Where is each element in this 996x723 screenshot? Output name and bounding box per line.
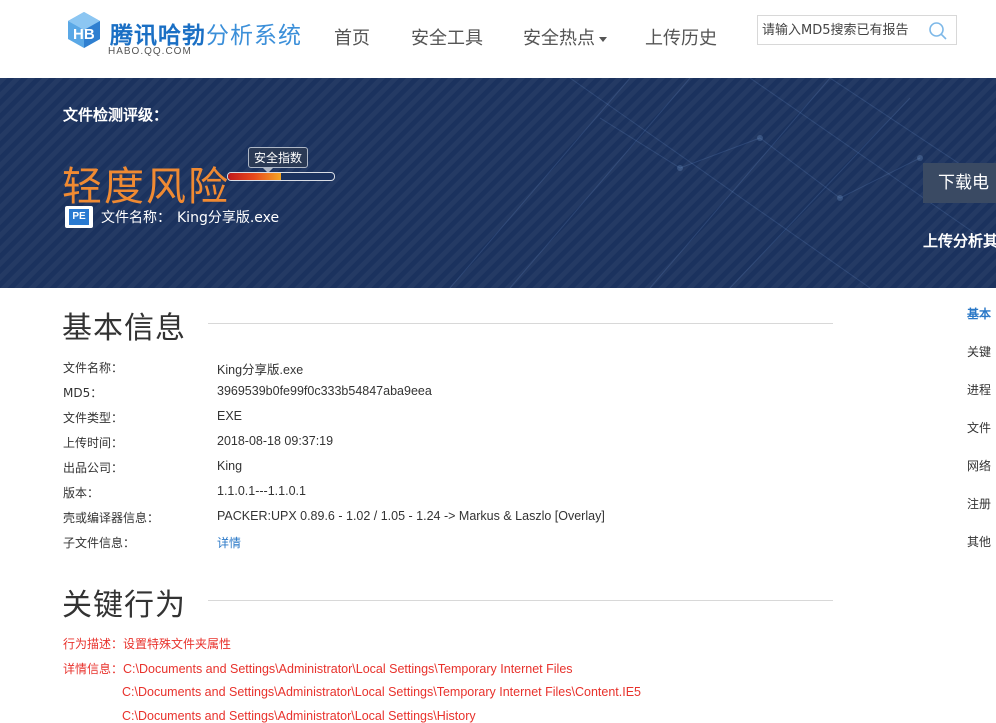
info-key: 子文件信息： (63, 536, 136, 550)
sidenav-network[interactable]: 网络 (967, 457, 991, 474)
info-key: 上传时间： (63, 436, 124, 450)
info-key: 文件类型： (63, 411, 124, 425)
banner-file-name: PE 文件名称： King分享版.exe (65, 206, 279, 228)
brand-title: 腾讯哈勃分析系统 (110, 16, 302, 50)
search-box (757, 15, 957, 45)
subfile-details-link[interactable]: 详情 (217, 534, 241, 551)
report-banner: 文件检测评级： 轻度风险 安全指数 PE 文件名称： King分享版.exe 下载电… (0, 78, 996, 288)
risk-level-text: 轻度风险 (62, 164, 230, 210)
behavior-detail-row: C:\Documents and Settings\Administrator\… (122, 709, 476, 723)
search-input[interactable] (762, 20, 922, 40)
sidenav-other[interactable]: 其他 (967, 533, 991, 550)
upload-analyze-link[interactable]: 上传分析其 (923, 230, 996, 251)
behavior-detail-row: 详情信息：C:\Documents and Settings\Administr… (63, 660, 573, 677)
nav-upload-history[interactable]: 上传历史 (645, 24, 717, 50)
download-button[interactable]: 下载电 (923, 163, 996, 203)
behavior-path: C:\Documents and Settings\Administrator\… (122, 709, 476, 723)
sidenav-registry[interactable]: 注册 (967, 495, 991, 512)
sidenav-key-behavior[interactable]: 关键 (967, 343, 991, 360)
info-value: 3969539b0fe99f0c333b54847aba9eea (217, 384, 432, 398)
security-index-tag: 安全指数 (248, 147, 309, 173)
info-value: 2018-08-18 09:37:19 (217, 434, 334, 448)
nav-security-tools[interactable]: 安全工具 (411, 24, 483, 50)
behavior-desc-label: 行为描述： (63, 637, 124, 651)
key-behavior-divider (208, 600, 833, 601)
behavior-detail-row: C:\Documents and Settings\Administrator\… (122, 685, 641, 699)
info-value: PACKER:UPX 0.89.6 - 1.02 / 1.05 - 1.24 -… (217, 509, 605, 523)
chevron-down-icon (599, 36, 607, 42)
info-value: 1.1.0.1---1.1.0.1 (217, 484, 306, 498)
nav-security-hotspots-label: 安全热点 (523, 28, 595, 49)
brand-logo[interactable]: HB 腾讯哈勃分析系统 HABO.QQ.COM (64, 10, 304, 60)
info-key: 壳或编译器信息： (63, 511, 160, 525)
info-value: King (217, 459, 243, 473)
sidenav-basic[interactable]: 基本 (967, 305, 991, 322)
nav-security-hotspots[interactable]: 安全热点 (523, 24, 607, 50)
brand-title-sub: 分析系统 (206, 23, 302, 49)
sidenav-file[interactable]: 文件 (967, 419, 991, 436)
pe-file-icon: PE (65, 206, 93, 228)
nav-home[interactable]: 首页 (334, 24, 370, 50)
banner-decoration (450, 78, 996, 288)
search-icon[interactable] (928, 21, 948, 41)
file-name-value: King分享版.exe (177, 210, 280, 226)
basic-info-divider (208, 323, 833, 324)
habo-logo-icon: HB (68, 12, 100, 48)
svg-text:HB: HB (73, 26, 95, 43)
info-key: 版本： (63, 486, 100, 500)
key-behavior-title: 关键行为 (62, 588, 186, 623)
info-key: 文件名称： (63, 361, 124, 375)
behavior-path: C:\Documents and Settings\Administrator\… (122, 685, 641, 699)
info-value: King分享版.exe (217, 363, 304, 377)
security-index-bar (227, 172, 335, 181)
detection-rating-label: 文件检测评级： (63, 106, 169, 124)
behavior-path: C:\Documents and Settings\Administrator\… (123, 662, 573, 676)
info-key: 出品公司： (63, 461, 124, 475)
info-key: MD5： (63, 386, 103, 400)
brand-domain: HABO.QQ.COM (108, 46, 192, 57)
security-index-fill (228, 173, 281, 180)
top-header: HB 腾讯哈勃分析系统 HABO.QQ.COM 首页 安全工具 安全热点 上传历… (0, 0, 996, 78)
sidenav-process[interactable]: 进程 (967, 381, 991, 398)
behavior-desc-value: 设置特殊文件夹属性 (123, 637, 232, 651)
pe-file-icon-text: PE (69, 209, 89, 225)
basic-info-title: 基本信息 (62, 311, 186, 346)
info-value: EXE (217, 409, 243, 423)
file-name-label: 文件名称： (101, 210, 171, 226)
behavior-detail-label: 详情信息： (63, 662, 124, 676)
behavior-description: 行为描述：设置特殊文件夹属性 (63, 635, 231, 652)
